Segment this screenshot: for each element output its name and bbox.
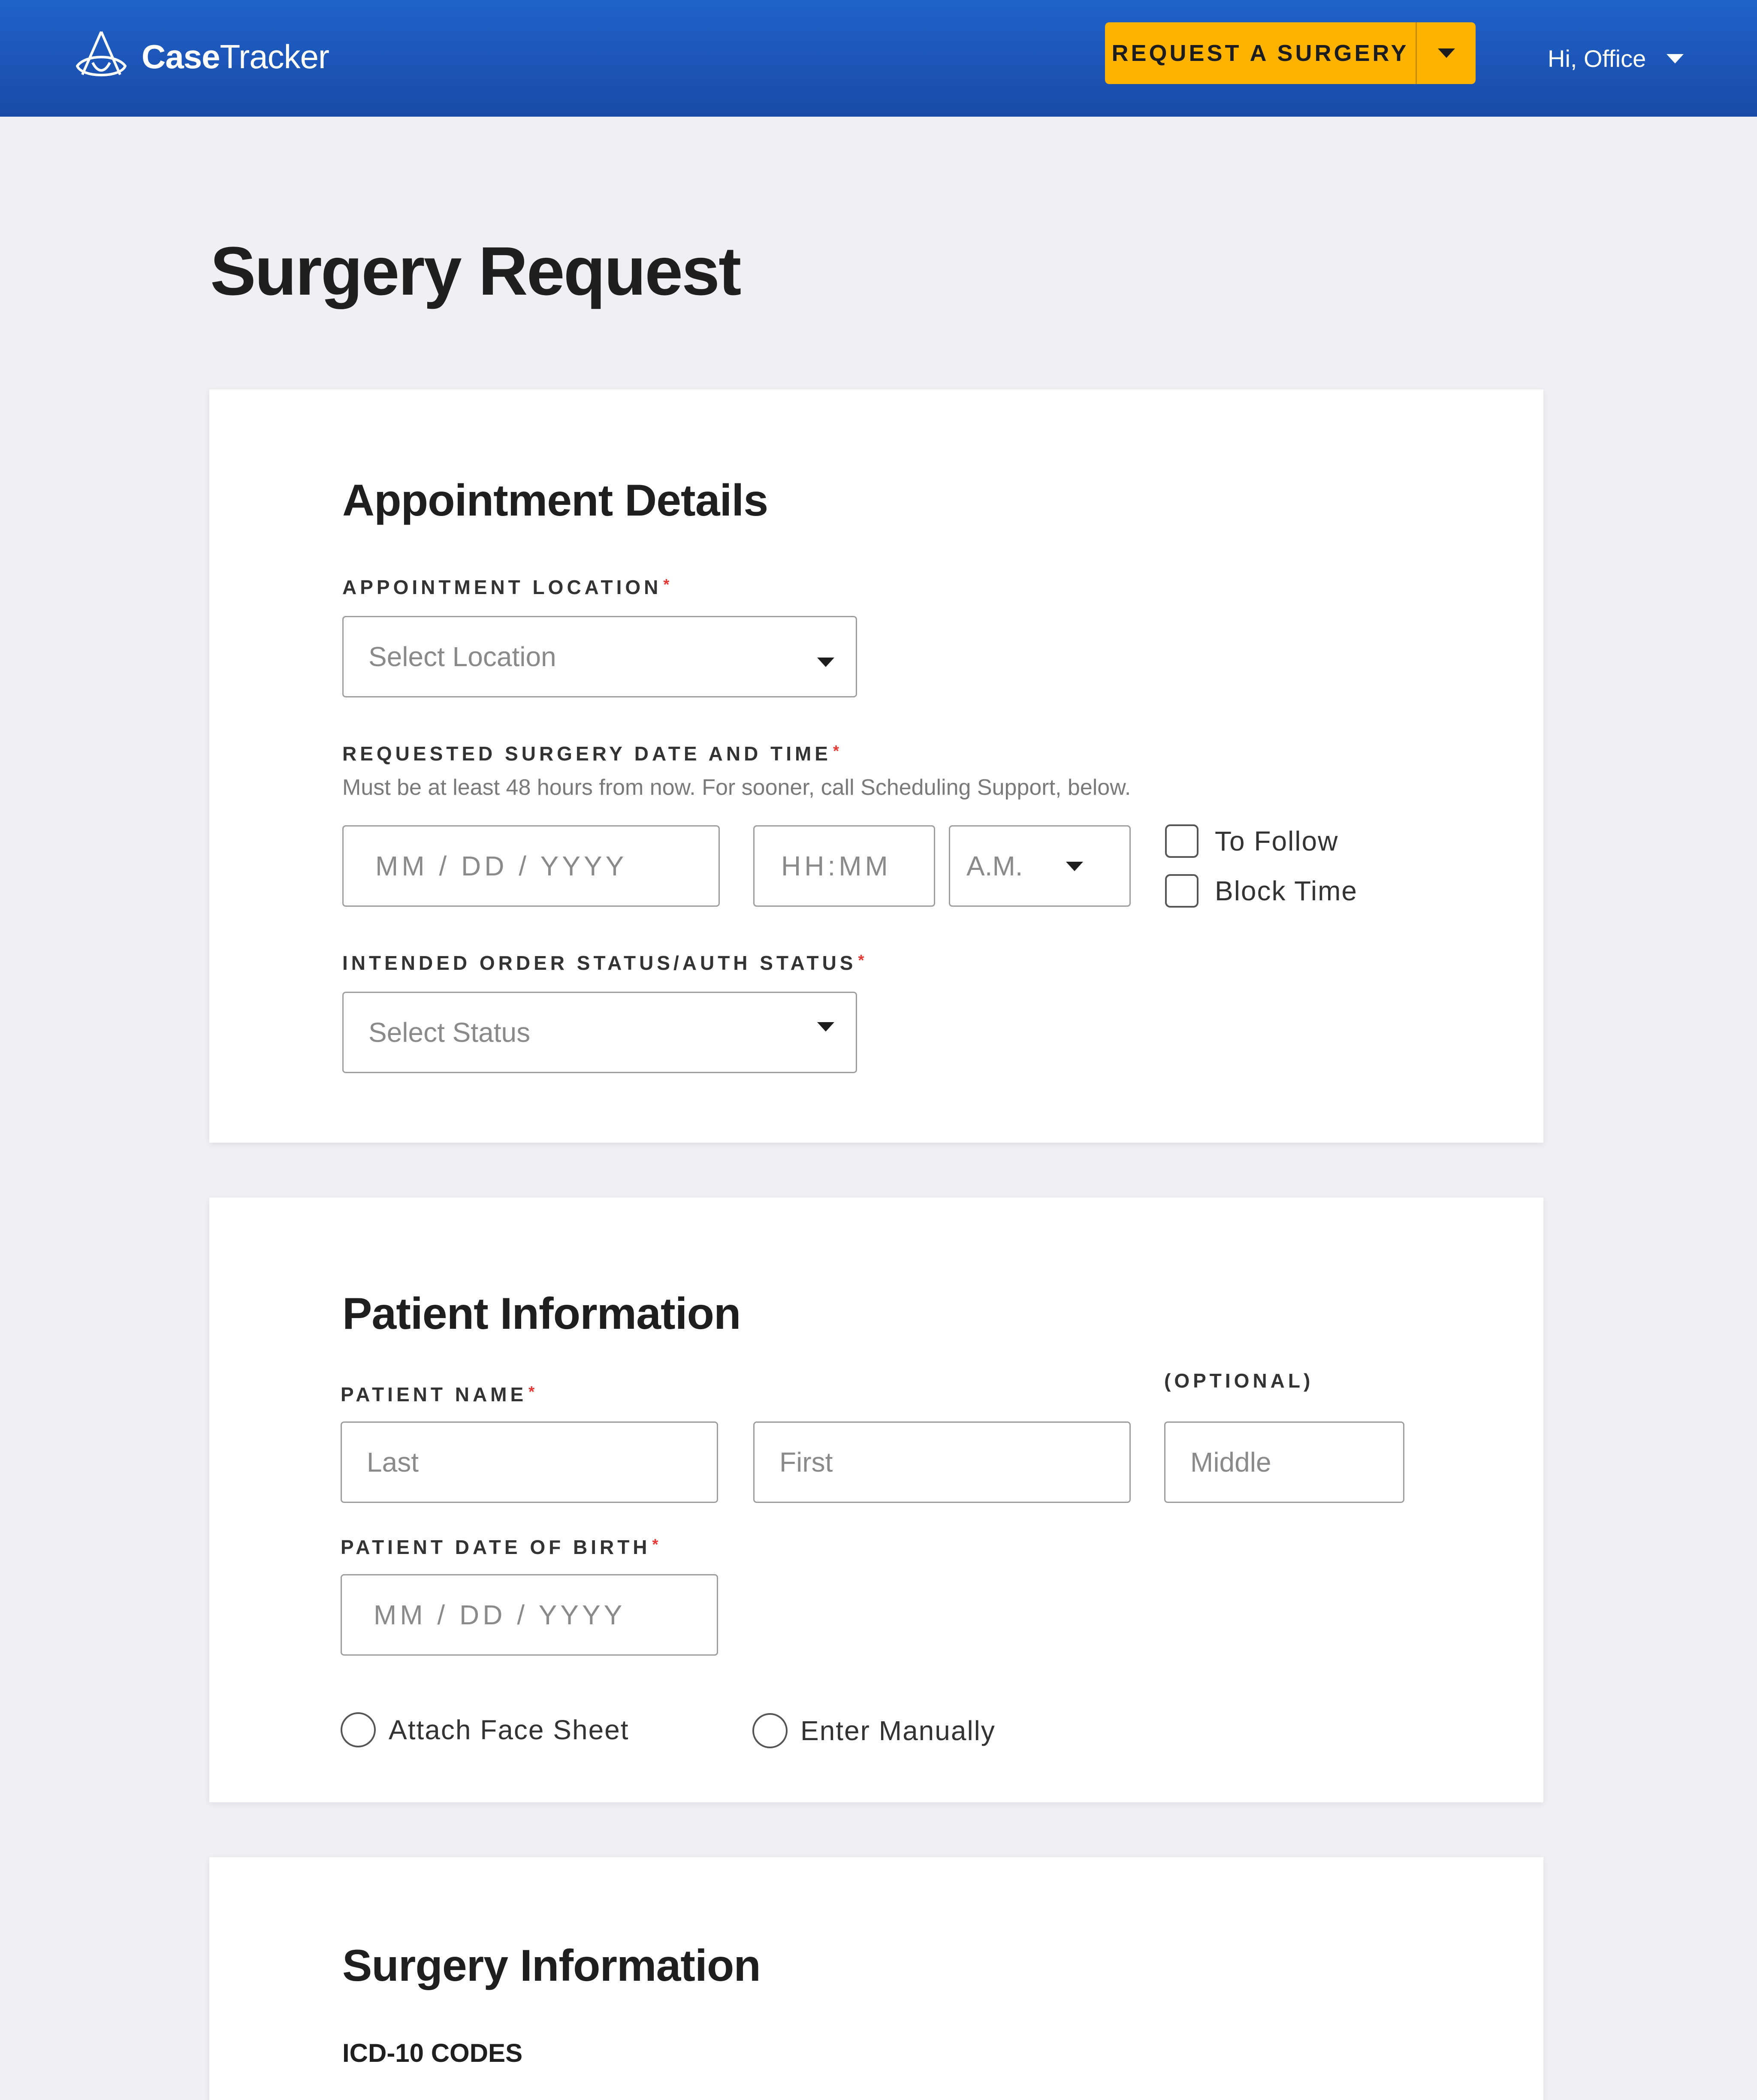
logo-text: CaseTracker — [142, 37, 329, 76]
last-name-placeholder: Last — [367, 1447, 419, 1478]
to-follow-checkbox[interactable] — [1165, 824, 1199, 858]
section-title-surgery: Surgery Information — [342, 1941, 761, 1991]
attach-face-sheet-label[interactable]: Attach Face Sheet — [389, 1714, 629, 1746]
caret-down-icon — [1437, 48, 1455, 58]
request-surgery-dropdown[interactable] — [1417, 48, 1476, 58]
patient-first-name-input[interactable]: First — [753, 1421, 1131, 1503]
surgery-time-placeholder: HH:MM — [781, 851, 891, 881]
patient-information-card: Patient Information PATIENT NAME * (OPTIO… — [209, 1198, 1543, 1802]
required-asterisk: * — [858, 951, 864, 969]
appointment-location-label: APPOINTMENT LOCATION * — [342, 576, 669, 599]
appointment-details-card: Appointment Details APPOINTMENT LOCATION… — [209, 389, 1543, 1143]
attach-face-sheet-radio[interactable] — [341, 1712, 376, 1747]
required-asterisk: * — [663, 576, 670, 593]
patient-dob-placeholder: MM / DD / YYYY — [374, 1599, 626, 1630]
patient-last-name-input[interactable]: Last — [341, 1421, 718, 1503]
order-status-placeholder: Select Status — [368, 1017, 531, 1048]
surgery-date-label-text: REQUESTED SURGERY DATE AND TIME — [342, 742, 831, 765]
top-navigation-bar: CaseTracker REQUEST A SURGERY Hi, Office — [0, 0, 1757, 117]
logo[interactable]: CaseTracker — [69, 28, 329, 85]
section-title-patient: Patient Information — [342, 1289, 741, 1339]
to-follow-label[interactable]: To Follow — [1215, 825, 1338, 857]
ampm-value: A.M. — [966, 851, 1023, 881]
order-status-select[interactable]: Select Status — [342, 992, 857, 1073]
surgery-date-hint: Must be at least 48 hours from now. For … — [342, 775, 1131, 800]
enter-manually-option[interactable]: Enter Manually — [752, 1713, 996, 1748]
page-title: Surgery Request — [210, 232, 741, 309]
block-time-checkbox[interactable] — [1165, 874, 1199, 908]
surgery-date-label: REQUESTED SURGERY DATE AND TIME * — [342, 742, 839, 765]
ampm-select[interactable]: A.M. — [949, 825, 1131, 907]
patient-dob-input[interactable]: MM / DD / YYYY — [341, 1574, 718, 1656]
block-time-label[interactable]: Block Time — [1215, 875, 1358, 907]
user-greeting: Hi, Office — [1548, 45, 1646, 72]
patient-name-label-text: PATIENT NAME — [341, 1383, 527, 1406]
surgery-date-input[interactable]: MM / DD / YYYY — [342, 825, 720, 907]
surgery-information-card: Surgery Information ICD-10 CODES — [209, 1857, 1543, 2100]
enter-manually-radio[interactable] — [752, 1713, 788, 1748]
appointment-location-label-text: APPOINTMENT LOCATION — [342, 576, 662, 598]
block-time-checkbox-row[interactable]: Block Time — [1165, 874, 1358, 908]
caret-down-icon — [1666, 54, 1684, 63]
surgery-date-placeholder: MM / DD / YYYY — [375, 851, 628, 881]
patient-dob-label-text: PATIENT DATE OF BIRTH — [341, 1536, 651, 1558]
order-status-label: INTENDED ORDER STATUS/AUTH STATUS * — [342, 951, 864, 975]
chevron-down-icon — [817, 1022, 834, 1032]
middle-name-optional-label: (OPTIONAL) — [1164, 1370, 1314, 1392]
enter-manually-label[interactable]: Enter Manually — [800, 1715, 996, 1747]
appointment-location-select[interactable]: Select Location — [342, 616, 857, 697]
section-title-appointment: Appointment Details — [342, 476, 768, 525]
chevron-down-icon — [1066, 862, 1083, 871]
attach-face-sheet-option[interactable]: Attach Face Sheet — [341, 1712, 629, 1747]
required-asterisk: * — [528, 1383, 535, 1400]
patient-dob-label: PATIENT DATE OF BIRTH * — [341, 1536, 658, 1559]
patient-name-label: PATIENT NAME * — [341, 1383, 534, 1406]
first-name-placeholder: First — [779, 1447, 833, 1478]
required-asterisk: * — [652, 1536, 658, 1553]
chevron-down-icon — [817, 658, 834, 667]
logo-text-light: Tracker — [220, 37, 329, 75]
order-status-label-text: INTENDED ORDER STATUS/AUTH STATUS — [342, 952, 857, 974]
to-follow-checkbox-row[interactable]: To Follow — [1165, 824, 1338, 858]
surgery-time-input[interactable]: HH:MM — [753, 825, 935, 907]
appointment-location-placeholder: Select Location — [368, 641, 556, 672]
icd-10-codes-heading: ICD-10 CODES — [342, 2039, 523, 2067]
casetracker-logo-icon — [76, 31, 127, 76]
required-asterisk: * — [833, 742, 839, 760]
request-surgery-label[interactable]: REQUEST A SURGERY — [1105, 40, 1416, 66]
middle-name-placeholder: Middle — [1190, 1447, 1271, 1478]
patient-middle-name-input[interactable]: Middle — [1164, 1421, 1404, 1503]
logo-text-bold: Case — [142, 37, 220, 75]
user-menu[interactable]: Hi, Office — [1548, 45, 1684, 72]
request-surgery-button[interactable]: REQUEST A SURGERY — [1105, 22, 1476, 84]
